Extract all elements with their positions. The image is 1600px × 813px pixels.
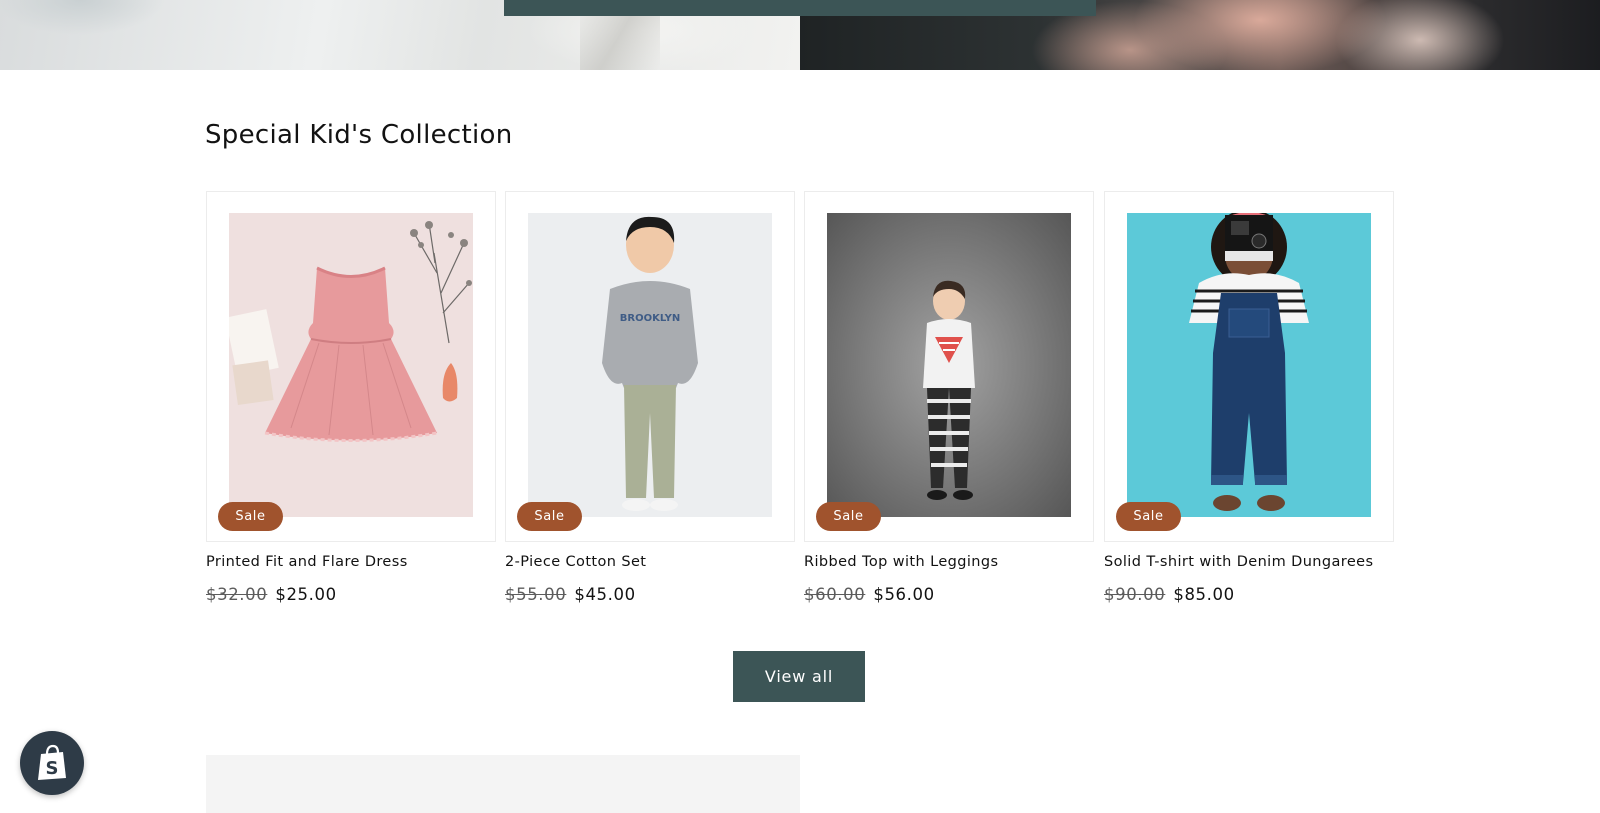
- product-image[interactable]: [229, 213, 473, 517]
- sale-badge: Sale: [218, 502, 283, 531]
- sale-price: $25.00: [275, 585, 337, 604]
- svg-text:S: S: [46, 758, 59, 779]
- product-card[interactable]: Sale Printed Fit and Flare Dress $32.00 $…: [206, 191, 496, 604]
- compare-at-price: $55.00: [505, 585, 567, 604]
- sale-price: $85.00: [1173, 585, 1235, 604]
- product-name[interactable]: Solid T-shirt with Denim Dungarees: [1104, 554, 1373, 570]
- product-price: $55.00 $45.00: [505, 585, 636, 604]
- sale-badge: Sale: [1116, 502, 1181, 531]
- shopify-bag-icon[interactable]: S: [20, 731, 84, 795]
- product-name[interactable]: Ribbed Top with Leggings: [804, 554, 998, 570]
- sale-price: $45.00: [574, 585, 636, 604]
- svg-text:BROOKLYN: BROOKLYN: [620, 313, 681, 324]
- sale-price: $56.00: [873, 585, 935, 604]
- product-price: $90.00 $85.00: [1104, 585, 1235, 604]
- next-section-placeholder: [206, 755, 800, 813]
- product-card[interactable]: Sale Ribbed Top with Leggings $60.00 $56.…: [804, 191, 1094, 604]
- product-image[interactable]: BROOKLYN: [528, 213, 772, 517]
- product-price: $60.00 $56.00: [804, 585, 935, 604]
- compare-at-price: $90.00: [1104, 585, 1166, 604]
- product-image-frame[interactable]: Sale: [804, 191, 1094, 542]
- product-image[interactable]: [1127, 213, 1371, 517]
- sale-badge: Sale: [816, 502, 881, 531]
- section-title: Special Kid's Collection: [205, 120, 513, 150]
- sale-badge: Sale: [517, 502, 582, 531]
- banner-caption-bar: [504, 0, 1096, 16]
- product-price: $32.00 $25.00: [206, 585, 337, 604]
- product-name[interactable]: 2-Piece Cotton Set: [505, 554, 646, 570]
- compare-at-price: $60.00: [804, 585, 866, 604]
- product-card[interactable]: BROOKLYN Sale 2-Piece Cotton Set $55.00 $…: [505, 191, 795, 604]
- product-name[interactable]: Printed Fit and Flare Dress: [206, 554, 408, 570]
- product-image-frame[interactable]: Sale: [206, 191, 496, 542]
- compare-at-price: $32.00: [206, 585, 268, 604]
- product-card[interactable]: Sale Solid T-shirt with Denim Dungarees …: [1104, 191, 1394, 604]
- hero-banner: [0, 0, 1600, 70]
- product-image-frame[interactable]: BROOKLYN Sale: [505, 191, 795, 542]
- view-all-button[interactable]: View all: [733, 651, 865, 702]
- product-image[interactable]: [827, 213, 1071, 517]
- product-image-frame[interactable]: Sale: [1104, 191, 1394, 542]
